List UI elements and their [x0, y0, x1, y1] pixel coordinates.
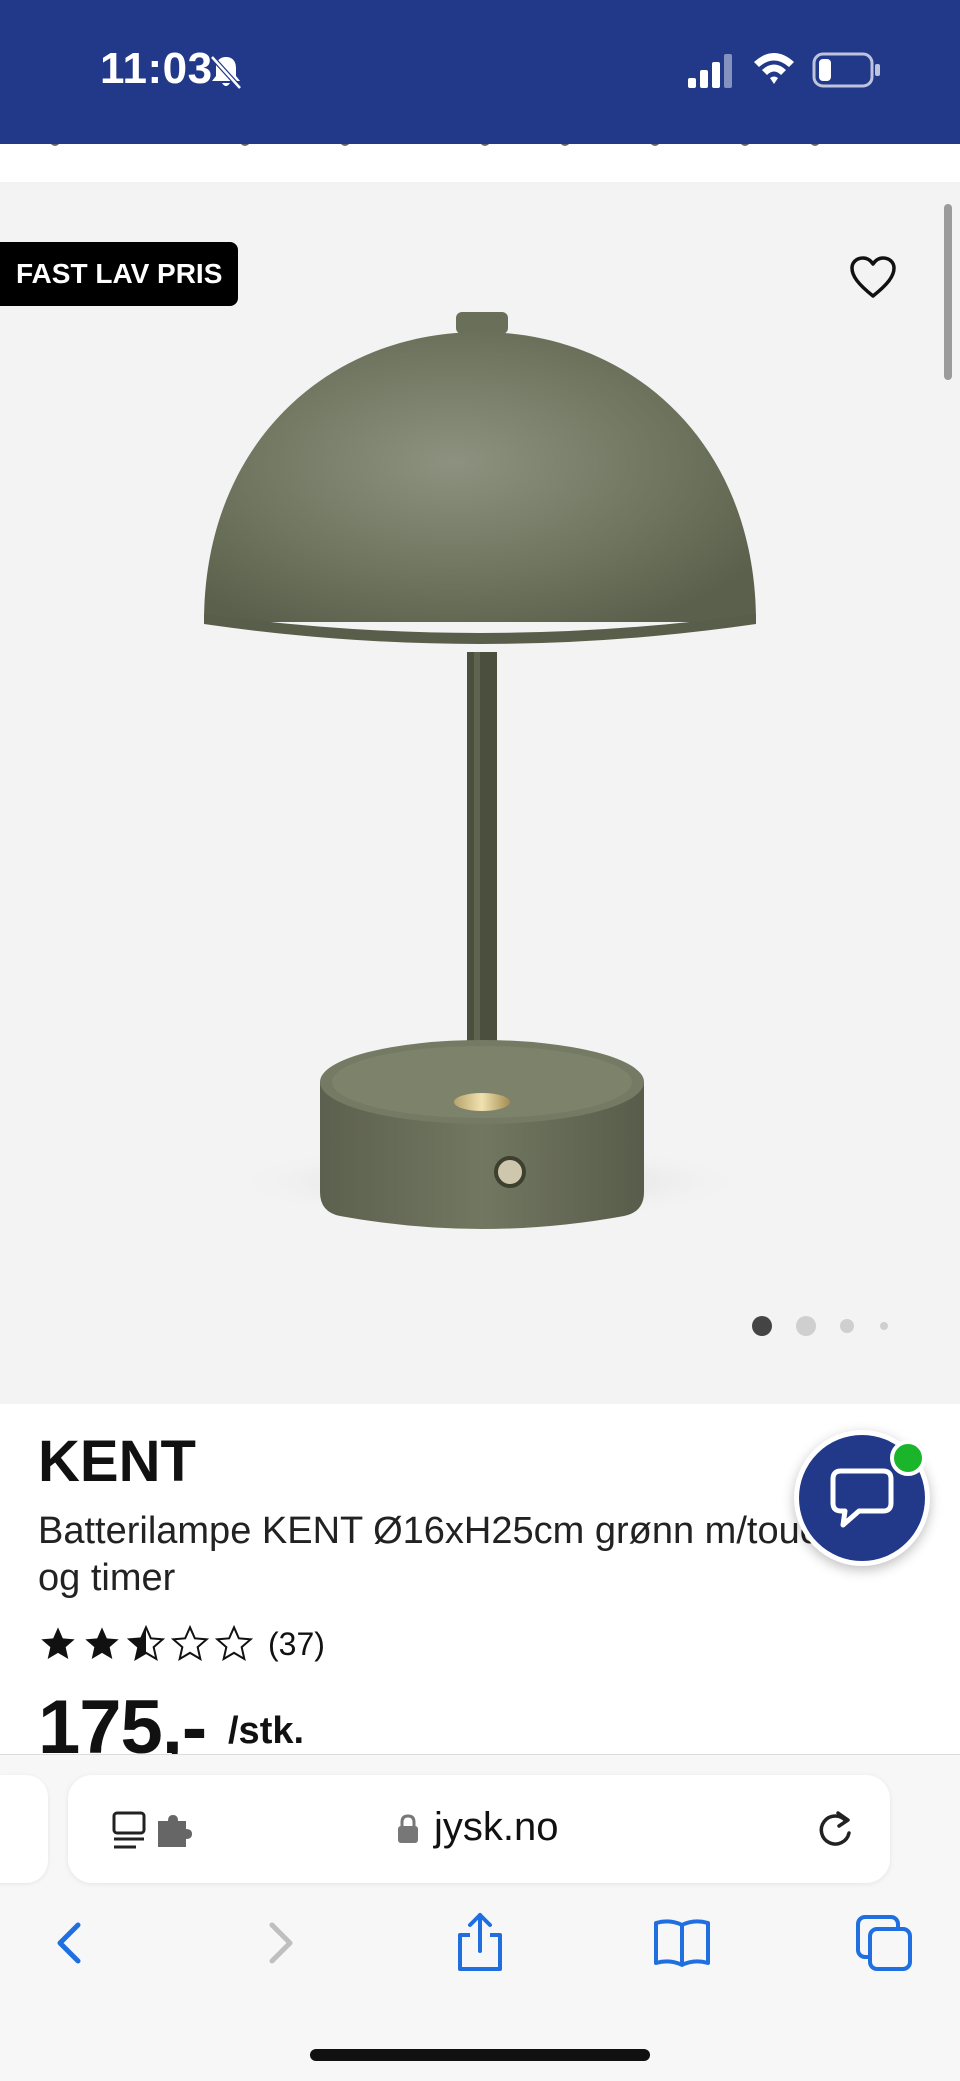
browser-toolbar: jysk.no — [0, 1754, 960, 2081]
star-full-icon — [85, 1627, 119, 1659]
battery-icon — [812, 52, 880, 88]
star-half-icon — [126, 1624, 166, 1662]
wifi-icon — [754, 53, 794, 84]
star-empty-icon — [170, 1624, 210, 1662]
online-status-dot — [890, 1440, 926, 1476]
star-full-icon — [41, 1627, 75, 1659]
cutoff-text-line — [0, 144, 960, 182]
star-empty-icon — [214, 1624, 254, 1662]
bookmarks-icon[interactable] — [650, 1911, 714, 1975]
back-icon[interactable] — [40, 1911, 104, 1975]
reload-icon[interactable] — [814, 1809, 856, 1851]
price: 175,- — [38, 1685, 207, 1754]
reader-extensions-icon[interactable] — [110, 1809, 194, 1853]
rating[interactable]: (37) — [38, 1622, 325, 1666]
image-pager[interactable] — [740, 1310, 900, 1338]
price-badge: FAST LAV PRIS — [0, 242, 239, 306]
price-unit: /stk. — [228, 1710, 305, 1752]
previous-tab-preview[interactable] — [0, 1775, 48, 1883]
url-text[interactable]: jysk.no — [434, 1805, 559, 1850]
review-count[interactable]: (37) — [268, 1626, 325, 1663]
status-bar: 11:03 — [0, 0, 960, 144]
product-brand: KENT — [38, 1429, 196, 1494]
scrollbar[interactable] — [944, 204, 952, 380]
pager-dot[interactable] — [840, 1319, 854, 1333]
product-gallery[interactable]: FAST LAV PRIS — [0, 182, 960, 1404]
pager-dot-active[interactable] — [752, 1316, 772, 1336]
chat-bubble-icon — [830, 1468, 894, 1528]
bell-muted-icon — [210, 55, 242, 90]
lock-icon — [398, 1814, 418, 1843]
status-time: 11:03 — [100, 44, 213, 93]
pager-dot[interactable] — [880, 1322, 888, 1330]
product-name: Batterilampe KENT Ø16xH25cm grønn m/touc… — [38, 1510, 840, 1599]
signal-icon — [688, 54, 732, 88]
forward-icon[interactable] — [246, 1911, 310, 1975]
pager-dot[interactable] — [796, 1316, 816, 1336]
home-indicator[interactable] — [310, 2049, 650, 2061]
share-icon[interactable] — [448, 1911, 512, 1975]
product-image — [204, 312, 756, 1229]
address-bar[interactable]: jysk.no — [68, 1775, 890, 1883]
tabs-icon[interactable] — [852, 1911, 916, 1975]
heart-icon[interactable] — [848, 254, 898, 300]
